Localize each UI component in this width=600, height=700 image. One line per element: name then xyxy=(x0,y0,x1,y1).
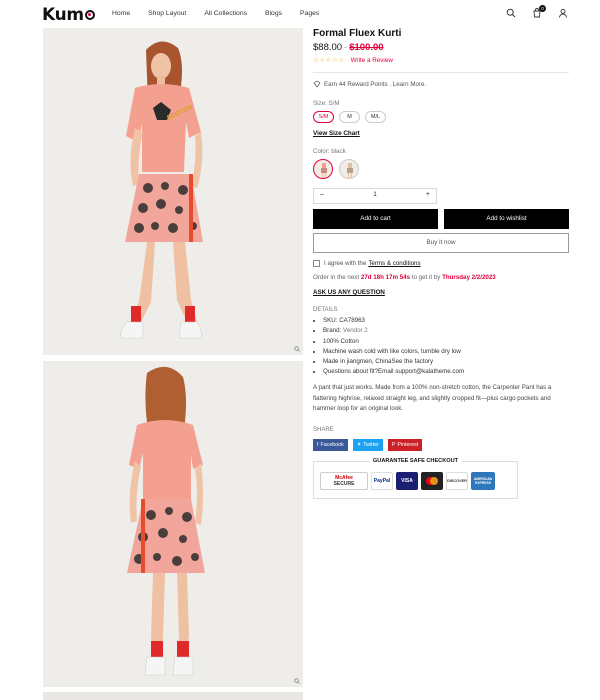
quantity-increase-button[interactable]: + xyxy=(426,191,430,198)
color-swatches xyxy=(313,159,569,179)
amex-badge: AMERICAN EXPRESS xyxy=(471,471,495,490)
price-separator: - xyxy=(344,42,348,53)
share-pinterest-button[interactable]: P Pinterest xyxy=(387,438,423,451)
action-buttons: Add to cart Add to wishlist xyxy=(313,209,569,229)
list-item: Made in jiangmen, ChinaSee the factory xyxy=(323,358,569,365)
order-date: Thursday 2/2/2023 xyxy=(442,274,496,281)
mastercard-badge xyxy=(421,471,443,490)
reward-text[interactable]: Earn 44 Reward Points . Learn More. xyxy=(324,81,426,88)
terms-checkbox[interactable] xyxy=(313,260,320,267)
list-item: SKU: CA78963 xyxy=(323,317,569,324)
nav-shop-layout[interactable]: Shop Layout xyxy=(148,10,186,17)
ask-question-link[interactable]: ASK US ANY QUESTION xyxy=(313,289,569,296)
safe-checkout-box: GUARANTEE SAFE CHECKOUT McAfee SECURE Pay… xyxy=(313,457,518,499)
list-item: Brand: Vendor 2 xyxy=(323,327,569,334)
share-twitter-button[interactable]: ✦ Twitter xyxy=(352,438,383,451)
header-icons: 0 xyxy=(506,5,568,18)
size-options: S/M M M/L xyxy=(313,111,569,123)
pinterest-icon: P xyxy=(391,441,396,448)
payment-badges: McAfee SECURE PayPal VISA DISCOVER AMERIC… xyxy=(320,471,495,490)
star-rating: ☆☆☆☆☆ xyxy=(313,57,345,64)
add-to-cart-button[interactable]: Add to cart xyxy=(313,209,438,229)
product-image-back[interactable] xyxy=(43,361,303,687)
cart-count-badge: 0 xyxy=(539,5,546,12)
quantity-stepper: – 1 + xyxy=(313,188,437,204)
visa-badge: VISA xyxy=(396,471,418,490)
cart-icon[interactable]: 0 xyxy=(532,5,546,18)
account-icon[interactable] xyxy=(558,8,568,18)
paypal-badge: PayPal xyxy=(371,471,393,490)
product-price: $88.00- $100.00 xyxy=(313,42,569,53)
details-label: DETAILS xyxy=(313,307,338,313)
size-option-m[interactable]: M xyxy=(339,111,360,123)
product-info: Formal Fluex Kurti $88.00- $100.00 ☆☆☆☆☆ … xyxy=(313,28,569,499)
zoom-icon[interactable] xyxy=(294,346,300,352)
safe-checkout-title: GUARANTEE SAFE CHECKOUT xyxy=(368,457,463,464)
nav-all-collections[interactable]: All Collections xyxy=(204,10,247,17)
facebook-icon: f xyxy=(317,441,319,448)
nav-blogs[interactable]: Blogs xyxy=(265,10,282,17)
old-price: $100.00 xyxy=(349,42,384,53)
order-prefix: Order in the next xyxy=(313,274,360,281)
order-timer: 27d 18h 17m 54s xyxy=(360,274,411,281)
current-price: $88.00 xyxy=(313,42,343,53)
terms-link[interactable]: Terms & conditions xyxy=(368,260,420,267)
size-label: Size: S/M xyxy=(313,100,340,107)
main-nav: Home Shop Layout All Collections Blogs P… xyxy=(112,10,337,17)
buy-now-button[interactable]: Buy it now xyxy=(313,233,569,253)
reward-icon xyxy=(313,80,321,88)
discover-badge: DISCOVER xyxy=(446,471,468,490)
list-item: 100% Cotton xyxy=(323,338,569,345)
details-list: SKU: CA78963 Brand: Vendor 2 100% Cotton… xyxy=(313,317,569,375)
order-mid: to get it by xyxy=(411,274,441,281)
color-swatch-black[interactable] xyxy=(313,159,333,179)
product-image-front[interactable]: SCOTCH xyxy=(43,28,303,355)
mcafee-badge: McAfee SECURE xyxy=(320,471,368,490)
size-chart-link[interactable]: View Size Chart xyxy=(313,130,569,137)
list-item: Questions about fit?Email support@kalath… xyxy=(323,368,569,375)
product-title: Formal Fluex Kurti xyxy=(313,28,402,39)
logo[interactable]: Kum xyxy=(42,5,95,25)
terms-agreement: I agree with the Terms & conditions xyxy=(313,260,569,267)
agree-text: I agree with the xyxy=(324,260,367,267)
share-label: SHARE xyxy=(313,426,334,433)
delivery-estimate: Order in the next 27d 18h 17m 54s to get… xyxy=(313,274,569,281)
nav-pages[interactable]: Pages xyxy=(300,10,319,17)
color-swatch-alt[interactable] xyxy=(339,159,359,179)
rating-row: ☆☆☆☆☆ Write a Review xyxy=(313,56,569,65)
reward-points: Earn 44 Reward Points . Learn More. xyxy=(313,80,569,88)
site-header: Kum Home Shop Layout All Collections Blo… xyxy=(0,0,600,30)
list-item: Machine wash cold with like colors, tumb… xyxy=(323,348,569,355)
share-buttons: f Facebook ✦ Twitter P Pinterest xyxy=(313,438,569,451)
color-label: Color: black xyxy=(313,148,346,155)
logo-o-mark xyxy=(84,10,95,20)
product-image-third[interactable] xyxy=(43,692,303,700)
nav-home[interactable]: Home xyxy=(112,10,130,17)
divider xyxy=(313,72,569,73)
search-icon[interactable] xyxy=(506,8,516,18)
share-facebook-button[interactable]: f Facebook xyxy=(313,438,348,451)
quantity-input[interactable]: 1 xyxy=(314,192,436,198)
product-description: A pant that just works. Made from a 100%… xyxy=(313,384,552,413)
zoom-icon[interactable] xyxy=(294,678,300,684)
add-to-wishlist-button[interactable]: Add to wishlist xyxy=(444,209,569,229)
size-option-ml[interactable]: M/L xyxy=(365,111,386,123)
write-review-link[interactable]: Write a Review xyxy=(351,57,393,64)
size-option-sm[interactable]: S/M xyxy=(313,111,334,123)
twitter-icon: ✦ xyxy=(356,441,362,448)
